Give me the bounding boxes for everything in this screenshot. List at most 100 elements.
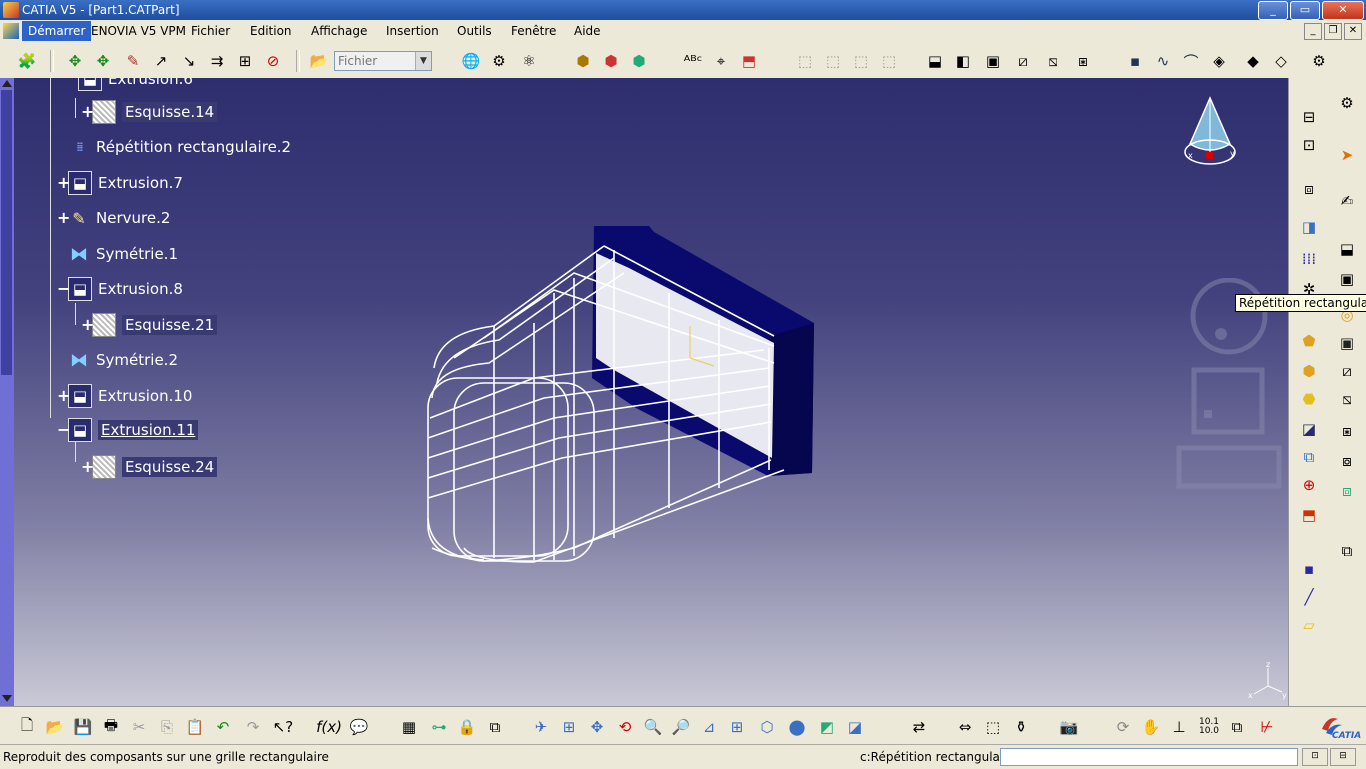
expand-icon[interactable]: + [81, 458, 94, 474]
3d-viewport[interactable]: ⬓ Extrusion.6 + Esquisse.14 ⁞⁞⁞ Répétiti… [14, 78, 1288, 706]
rectangular-pattern-tool-icon[interactable]: ⁞⁞⁞ [1297, 248, 1321, 270]
status-button-1[interactable]: ⊡ [1302, 748, 1328, 766]
maximize-button[interactable]: ▭ [1290, 1, 1320, 20]
menu-outils[interactable]: Outils [457, 24, 492, 38]
slot-icon[interactable]: ⧅ [1042, 50, 1064, 72]
menu-insertion[interactable]: Insertion [386, 24, 439, 38]
menu-demarrer[interactable]: Démarrer [22, 21, 92, 41]
expand-icon[interactable]: + [81, 103, 94, 119]
chamfer-icon[interactable]: ⬢ [1297, 360, 1321, 382]
removed-multi-section-icon[interactable]: ⧈ [1335, 480, 1359, 502]
parameters-icon[interactable]: ⧉ [484, 716, 506, 738]
open-file-icon[interactable]: 📂 [44, 716, 66, 738]
zoom-in-icon[interactable]: 🔍 [642, 716, 664, 738]
shaft-icon[interactable]: ◧ [952, 50, 974, 72]
expand-icon[interactable]: + [57, 209, 70, 225]
center-graph-icon[interactable]: ✥ [92, 50, 114, 72]
sketch-tool-icon[interactable]: ⊟ [1297, 106, 1321, 128]
copy-icon[interactable]: ⎘ [156, 716, 178, 738]
multi-section-icon[interactable]: ⧇ [1335, 450, 1359, 472]
rib-tool-icon[interactable]: ⧄ [1335, 360, 1359, 382]
tree-node-extrusion-10[interactable]: + ⬓ Extrusion.10 [57, 383, 192, 409]
close-button[interactable]: ✕ [1322, 1, 1364, 20]
apply-settings-icon[interactable]: ⚙ [1308, 50, 1330, 72]
lock-icon[interactable]: 🔒 [456, 716, 478, 738]
tree-node-esquisse-24[interactable]: + Esquisse.24 [81, 454, 218, 480]
tree-node-extrusion-8[interactable]: − ⬓ Extrusion.8 [57, 276, 183, 302]
iso-view-icon[interactable]: ⬡ [756, 716, 778, 738]
pad-icon[interactable]: ⬓ [1335, 238, 1359, 260]
product-icon[interactable]: 🧩 [16, 50, 38, 72]
shell-icon[interactable]: ◪ [1297, 418, 1321, 440]
line-icon[interactable]: ↘ [178, 50, 200, 72]
analysis-icon[interactable]: ⚙ [488, 50, 510, 72]
constraints-display-icon[interactable]: ⊬ [1256, 716, 1278, 738]
tree-icon[interactable]: ⊶ [428, 716, 450, 738]
command-input[interactable] [1000, 748, 1298, 766]
expand-icon[interactable]: + [57, 174, 70, 190]
scrollbar-thumb[interactable] [1, 90, 12, 375]
redo-icon[interactable]: ↷ [242, 716, 264, 738]
grab-icon[interactable]: ✋ [1140, 716, 1162, 738]
tree-node-extrusion-11[interactable]: − ⬓ Extrusion.11 [57, 417, 199, 443]
print-icon[interactable]: 🖶 [100, 716, 122, 738]
expand-icon[interactable]: + [57, 387, 70, 403]
capture-icon[interactable]: 📷 [1058, 716, 1080, 738]
doc-close-button[interactable]: ✕ [1344, 23, 1362, 40]
tree-node-extrusion-6[interactable]: ⬓ Extrusion.6 [78, 78, 193, 92]
menu-edition[interactable]: Edition [250, 24, 292, 38]
view-normal-icon[interactable]: ◇ [1270, 50, 1292, 72]
render-icon[interactable]: ⬢ [572, 50, 594, 72]
sketcher-icon[interactable]: ✍ [1335, 190, 1359, 212]
knowledge-icon[interactable]: ⚛ [518, 50, 540, 72]
new-file-icon[interactable]: 🗋 [16, 716, 38, 738]
curve-icon[interactable]: ∿ [1152, 50, 1174, 72]
grid-values-icon[interactable]: 10.1 10.0 [1198, 716, 1220, 738]
save-icon[interactable]: 💾 [72, 716, 94, 738]
slot-tool-icon[interactable]: ⧅ [1335, 388, 1359, 410]
constraint-icon[interactable]: ⇉ [206, 50, 228, 72]
3d-annotation-icon[interactable]: ⬒ [738, 50, 760, 72]
menu-fenetre[interactable]: Fenêtre [511, 24, 556, 38]
collapse-icon[interactable]: − [57, 280, 70, 296]
flag-note-icon[interactable]: ⌖ [710, 50, 732, 72]
measure-icon[interactable]: ⊞ [234, 50, 256, 72]
scroll-up-arrow-icon[interactable] [2, 80, 12, 87]
minimize-button[interactable]: _ [1258, 1, 1288, 20]
scroll-down-arrow-icon[interactable] [2, 695, 12, 702]
tree-node-esquisse-14[interactable]: + Esquisse.14 [81, 99, 218, 125]
fillet-icon[interactable]: ⬟ [1297, 330, 1321, 352]
collapse-icon[interactable]: − [57, 421, 70, 437]
snap-icon[interactable]: ✎ [122, 50, 144, 72]
pan-view-icon[interactable]: ✥ [586, 716, 608, 738]
chevron-down-icon[interactable]: ▼ [415, 52, 431, 70]
select-arrow-icon[interactable]: ➤ [1335, 144, 1359, 166]
fly-mode-icon[interactable]: ✈ [530, 716, 552, 738]
body-icon[interactable]: ⧈ [1297, 178, 1321, 200]
open-folder-icon[interactable]: 📂 [308, 50, 330, 72]
tag-icon[interactable]: ◈ [1208, 50, 1230, 72]
axis-system-icon[interactable]: ⊥ [1168, 716, 1190, 738]
thickness-icon[interactable]: ⧉ [1297, 446, 1321, 468]
tree-node-nervure-2[interactable]: + ✎ Nervure.2 [57, 205, 170, 231]
pocket-icon[interactable]: ▣ [982, 50, 1004, 72]
fit-all-icon[interactable]: ⊞ [558, 716, 580, 738]
normal-view-icon[interactable]: ⊿ [698, 716, 720, 738]
menu-enovia[interactable]: ENOVIA V5 VPM [91, 24, 186, 38]
plane-tool-icon[interactable]: ▱ [1297, 614, 1321, 636]
doc-minimize-button[interactable]: _ [1304, 23, 1322, 40]
save-management-icon[interactable]: ⇄ [908, 716, 930, 738]
compass-icon[interactable]: x y [1180, 94, 1240, 178]
menu-affichage[interactable]: Affichage [311, 24, 367, 38]
table-icon[interactable]: ▦ [398, 716, 420, 738]
tree-node-extrusion-7[interactable]: + ⬓ Extrusion.7 [57, 170, 183, 196]
paste-icon[interactable]: 📋 [184, 716, 206, 738]
status-button-2[interactable]: ⊟ [1330, 748, 1356, 766]
pan-icon[interactable]: ✥ [64, 50, 86, 72]
fichier-select[interactable]: Fichier ▼ [334, 51, 432, 71]
swap-visible-icon[interactable]: ◪ [844, 716, 866, 738]
comment-icon[interactable]: 💬 [348, 716, 370, 738]
draft-icon[interactable]: ⬣ [1297, 388, 1321, 410]
exit-workbench-icon[interactable]: ⊡ [1297, 134, 1321, 156]
tree-node-symetrie-1[interactable]: ⧓ Symétrie.1 [68, 241, 178, 267]
